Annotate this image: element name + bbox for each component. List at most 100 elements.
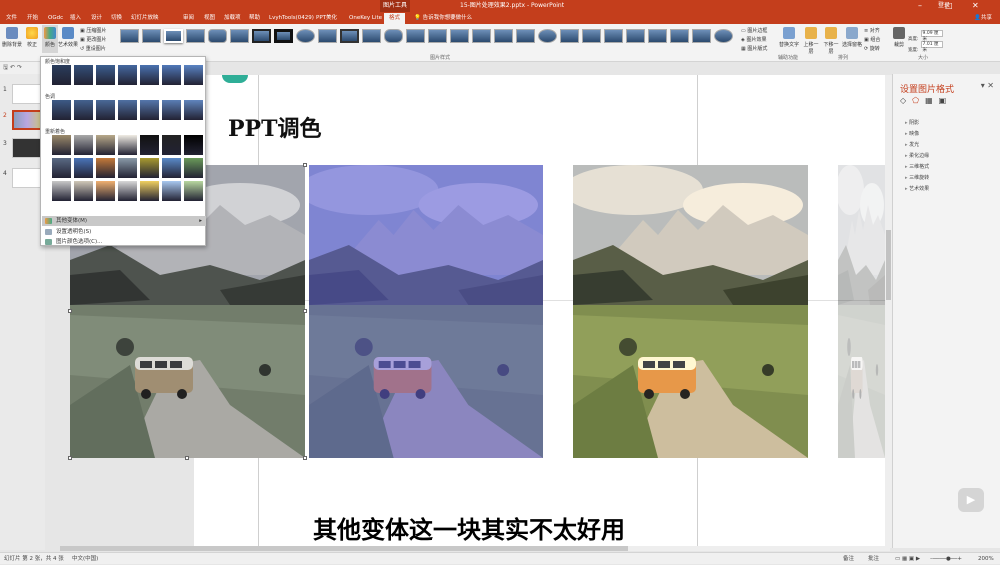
color-preset-swatch[interactable] (118, 100, 137, 120)
vertical-scrollbar[interactable] (885, 75, 892, 548)
tab-transitions[interactable]: 切换 (111, 12, 122, 24)
zoom-slider[interactable]: –────●──+ (930, 553, 962, 565)
notes-button[interactable]: 备注 (843, 553, 854, 565)
tab-animations[interactable]: 幻灯片放映 (131, 12, 159, 24)
color-preset-swatch[interactable] (118, 65, 137, 85)
picture-color-options-menu-item[interactable]: 图片颜色选项(C)... (42, 237, 206, 247)
pane-section-reflection[interactable]: 映像 (905, 130, 919, 137)
tab-design[interactable]: 设计 (91, 12, 102, 24)
picture-style-thumb[interactable] (670, 29, 689, 43)
picture-layout-button[interactable]: ▦ 图片版式 (741, 45, 767, 52)
color-preset-swatch[interactable] (74, 135, 93, 155)
color-preset-swatch[interactable] (74, 65, 93, 85)
color-preset-swatch[interactable] (74, 100, 93, 120)
share-button[interactable]: 👤共享 (974, 12, 992, 24)
color-preset-swatch[interactable] (162, 135, 181, 155)
crop-button[interactable]: 裁剪 (892, 27, 906, 48)
redo-icon[interactable]: ↷ (17, 64, 22, 71)
picture-style-thumb[interactable] (208, 29, 227, 43)
color-preset-swatch[interactable] (162, 100, 181, 120)
width-input[interactable]: 7.01 厘米 (920, 41, 943, 53)
picture-style-thumb[interactable] (230, 29, 249, 43)
picture-style-thumb[interactable] (582, 29, 601, 43)
fill-line-icon[interactable]: ◇ (900, 96, 906, 105)
color-preset-swatch[interactable] (162, 158, 181, 178)
picture-style-thumb[interactable] (604, 29, 623, 43)
picture-style-thumb[interactable] (362, 29, 381, 43)
close-button[interactable]: ✕ (972, 0, 979, 12)
resize-handle[interactable] (303, 456, 307, 460)
tab-file[interactable]: 文件 (6, 12, 17, 24)
resize-handle[interactable] (68, 456, 72, 460)
resize-handle[interactable] (185, 456, 189, 460)
tab-addins[interactable]: 加载项 (224, 12, 241, 24)
close-pane-icon[interactable]: ▾ ✕ (981, 81, 994, 90)
tab-lvyhtools[interactable]: LvyhTools(0429) (269, 12, 314, 24)
photo-purple-tint[interactable] (309, 165, 543, 458)
color-preset-swatch[interactable] (52, 100, 71, 120)
picture-style-thumb[interactable] (472, 29, 491, 43)
undo-icon[interactable]: ↶ (10, 64, 15, 71)
color-preset-swatch[interactable] (52, 65, 71, 85)
picture-style-thumb[interactable] (318, 29, 337, 43)
picture-style-thumb[interactable] (538, 29, 557, 43)
horizontal-scrollbar[interactable] (60, 546, 890, 551)
color-preset-swatch[interactable] (96, 158, 115, 178)
bring-forward-button[interactable]: 上移一层 (802, 27, 820, 55)
color-preset-swatch[interactable] (96, 100, 115, 120)
color-preset-swatch[interactable] (118, 158, 137, 178)
tab-format[interactable]: 格式 (384, 13, 406, 24)
color-preset-swatch[interactable] (118, 181, 137, 201)
scroll-thumb[interactable] (60, 546, 628, 551)
picture-style-thumb[interactable] (714, 29, 733, 43)
picture-style-thumb[interactable] (560, 29, 579, 43)
color-preset-swatch[interactable] (184, 100, 203, 120)
color-preset-swatch[interactable] (74, 158, 93, 178)
color-preset-swatch[interactable] (96, 135, 115, 155)
color-preset-swatch[interactable] (184, 65, 203, 85)
compress-pictures-button[interactable]: ▣ 压缩图片 (80, 27, 106, 34)
picture-style-thumb[interactable] (384, 29, 403, 43)
tell-me-box[interactable]: 💡 告诉我你想要做什么 (414, 12, 472, 24)
pane-section-3d-rotation[interactable]: 三维旋转 (905, 174, 929, 181)
picture-style-thumb[interactable] (164, 29, 183, 43)
color-preset-swatch[interactable] (140, 135, 159, 155)
color-preset-swatch[interactable] (118, 135, 137, 155)
pane-section-soft-edges[interactable]: 柔化边缘 (905, 152, 929, 159)
picture-style-thumb[interactable] (428, 29, 447, 43)
remove-background-button[interactable]: 删除背景 (2, 27, 22, 48)
size-properties-icon[interactable]: ▦ (925, 96, 933, 105)
picture-style-thumb[interactable] (450, 29, 469, 43)
slide-thumbnail-4[interactable] (12, 168, 42, 188)
color-preset-swatch[interactable] (96, 65, 115, 85)
photo-faded[interactable] (838, 165, 885, 458)
picture-style-thumb[interactable] (516, 29, 535, 43)
corrections-button[interactable]: 校正 (24, 27, 40, 48)
zoom-level[interactable]: 200% (978, 553, 994, 565)
picture-style-thumb[interactable] (648, 29, 667, 43)
alt-text-button[interactable]: 替换文字 (778, 27, 800, 48)
tab-home[interactable]: 开始 (27, 12, 38, 24)
picture-border-button[interactable]: ▭ 图片边框 (741, 27, 767, 34)
picture-style-thumb[interactable] (494, 29, 513, 43)
color-preset-swatch[interactable] (140, 181, 159, 201)
language-indicator[interactable]: 中文(中国) (72, 553, 98, 565)
picture-icon[interactable]: ▣ (939, 96, 947, 105)
artistic-effects-button[interactable]: 艺术效果 (58, 27, 78, 48)
effects-pentagon-icon[interactable]: ⬠ (912, 96, 919, 105)
align-button[interactable]: ≡ 对齐 (864, 27, 880, 34)
pane-section-3d-format[interactable]: 三维格式 (905, 163, 929, 170)
rotate-button[interactable]: ⟳ 旋转 (864, 45, 880, 52)
picture-style-thumb[interactable] (142, 29, 161, 43)
picture-style-thumb[interactable] (406, 29, 425, 43)
color-button[interactable]: 颜色 (42, 25, 58, 53)
picture-style-thumb[interactable] (120, 29, 139, 43)
color-preset-swatch[interactable] (184, 181, 203, 201)
slide-thumbnail-1[interactable] (12, 84, 42, 104)
pane-section-shadow[interactable]: 阴影 (905, 119, 919, 126)
tab-help[interactable]: 帮助 (249, 12, 260, 24)
color-preset-swatch[interactable] (184, 135, 203, 155)
pane-section-artistic[interactable]: 艺术效果 (905, 185, 929, 192)
picture-style-thumb[interactable] (626, 29, 645, 43)
color-preset-swatch[interactable] (52, 135, 71, 155)
